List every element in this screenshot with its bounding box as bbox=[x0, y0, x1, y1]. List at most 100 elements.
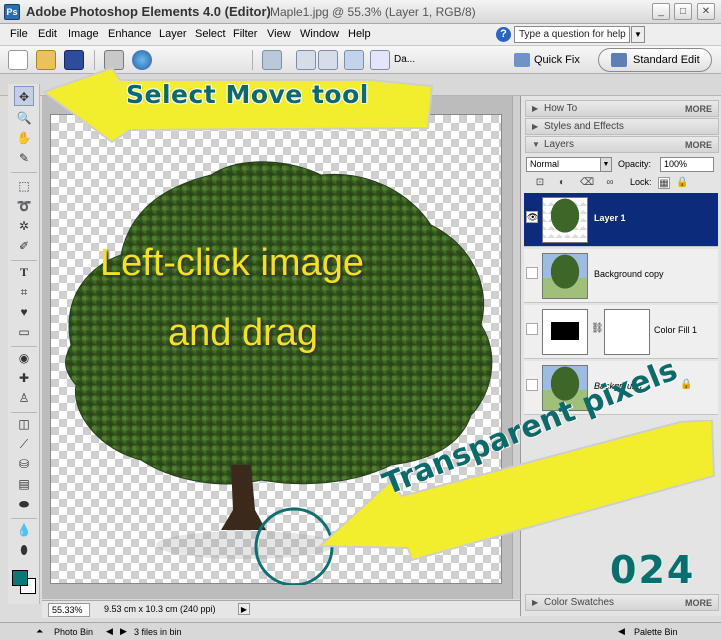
straighten-tool-icon[interactable]: ▭ bbox=[14, 322, 34, 342]
close-button[interactable]: ✕ bbox=[697, 3, 715, 20]
selection-brush-tool-icon[interactable]: ✐ bbox=[14, 236, 34, 256]
layers-palette-header[interactable]: ▼ Layers MORE bbox=[525, 136, 719, 153]
menu-enhance[interactable]: Enhance bbox=[108, 28, 151, 40]
chevron-down-icon[interactable]: ▼ bbox=[631, 26, 645, 43]
palette-bin-icon[interactable]: ◀ bbox=[618, 626, 625, 637]
more-button[interactable]: MORE bbox=[685, 104, 712, 114]
new-layer-icon[interactable]: ⊡ bbox=[534, 177, 546, 189]
menu-layer[interactable]: Layer bbox=[159, 28, 187, 40]
sponge-tool-icon[interactable]: ⬮ bbox=[14, 540, 34, 560]
marquee-tool-icon[interactable]: ⬚ bbox=[14, 176, 34, 196]
layer-row-color-fill-1[interactable]: ⛓ Color Fill 1 bbox=[524, 305, 718, 359]
menu-file[interactable]: File bbox=[10, 28, 28, 40]
menu-image[interactable]: Image bbox=[68, 28, 99, 40]
document-size-info: 9.53 cm x 10.3 cm (240 ppi) bbox=[104, 604, 216, 614]
next-icon[interactable]: ▶ bbox=[120, 626, 127, 637]
layer-mask-thumbnail bbox=[604, 309, 650, 355]
menu-window[interactable]: Window bbox=[300, 28, 339, 40]
hand-tool-icon[interactable]: ✋ bbox=[14, 128, 34, 148]
shape-tool-icon[interactable]: ⬬ bbox=[14, 494, 34, 514]
chevron-down-icon[interactable]: ▼ bbox=[600, 157, 612, 172]
adjustment-layer-icon[interactable]: ◐ bbox=[556, 177, 568, 189]
quick-fix-label: Quick Fix bbox=[534, 54, 580, 66]
date-view-label[interactable]: Da... bbox=[394, 54, 415, 65]
quick-fix-button[interactable]: Quick Fix bbox=[510, 49, 590, 71]
menu-select[interactable]: Select bbox=[195, 28, 226, 40]
type-tool-icon[interactable]: T bbox=[14, 262, 34, 282]
visibility-toggle[interactable] bbox=[526, 379, 538, 391]
eject-icon[interactable]: ⏶ bbox=[36, 626, 43, 637]
color-swatches-palette-header[interactable]: ▶ Color Swatches MORE bbox=[525, 594, 719, 611]
menu-edit[interactable]: Edit bbox=[38, 28, 57, 40]
expand-arrow-icon: ▶ bbox=[532, 122, 539, 131]
layer-row-background-copy[interactable]: Background copy bbox=[524, 249, 718, 303]
photoshop-elements-window: Ps Adobe Photoshop Elements 4.0 (Editor)… bbox=[0, 0, 721, 640]
layer-lock-bar: ⊡ ◐ ⌫ ∞ Lock: ▦ 🔒 bbox=[524, 175, 716, 191]
chevron-right-icon[interactable]: ▶ bbox=[238, 603, 250, 615]
help-search-input[interactable]: Type a question for help bbox=[514, 26, 630, 43]
layer-row-layer-1[interactable]: 👁 Layer 1 bbox=[524, 193, 718, 247]
cookie-cutter-tool-icon[interactable]: ♥ bbox=[14, 302, 34, 322]
healing-brush-tool-icon[interactable]: ✚ bbox=[14, 368, 34, 388]
maximize-button[interactable]: □ bbox=[674, 3, 692, 20]
move-tool-callout-text: Select Move tool bbox=[126, 80, 369, 109]
toolbox-divider bbox=[11, 412, 37, 413]
eye-icon[interactable]: 👁 bbox=[526, 211, 538, 223]
visibility-toggle[interactable] bbox=[526, 323, 538, 335]
layer-thumbnail bbox=[542, 253, 588, 299]
link-layer-icon[interactable]: ∞ bbox=[604, 177, 616, 189]
foreground-color-swatch[interactable] bbox=[12, 570, 28, 586]
menu-help[interactable]: Help bbox=[348, 28, 371, 40]
episode-number: 024 bbox=[610, 548, 696, 592]
gradient-tool-icon[interactable]: ▤ bbox=[14, 474, 34, 494]
expand-arrow-icon: ▶ bbox=[532, 598, 539, 607]
menu-view[interactable]: View bbox=[267, 28, 291, 40]
status-bar: 55.33% 9.53 cm x 10.3 cm (240 ppi) ▶ bbox=[42, 600, 520, 618]
quick-fix-icon bbox=[514, 53, 530, 67]
previous-icon[interactable]: ◀ bbox=[106, 626, 113, 637]
layer-name: Layer 1 bbox=[594, 213, 626, 223]
app-title: Adobe Photoshop Elements 4.0 (Editor) bbox=[26, 4, 271, 19]
more-button[interactable]: MORE bbox=[685, 598, 712, 608]
how-to-label: How To bbox=[544, 103, 578, 114]
palette-bin-label[interactable]: Palette Bin bbox=[634, 627, 678, 637]
eraser-tool-icon[interactable]: ◫ bbox=[14, 414, 34, 434]
visibility-toggle[interactable] bbox=[526, 267, 538, 279]
brush-tool-icon[interactable]: ⟋ bbox=[14, 434, 34, 454]
menu-filter[interactable]: Filter bbox=[233, 28, 257, 40]
opacity-input[interactable]: 100% bbox=[660, 157, 714, 172]
toolbox: ✥ 🔍 ✋ ✎ ⬚ ➰ ✲ ✐ T ⌗ ♥ ▭ ◉ ✚ ♙ ◫ ⟋ ⛁ ▤ ⬬ … bbox=[8, 84, 40, 604]
fill-layer-thumbnail bbox=[542, 309, 588, 355]
blur-tool-icon[interactable]: 💧 bbox=[14, 520, 34, 540]
paint-bucket-tool-icon[interactable]: ⛁ bbox=[14, 454, 34, 474]
move-tool-icon[interactable]: ✥ bbox=[14, 86, 34, 106]
layer-name: Background copy bbox=[594, 269, 664, 279]
document-title: Maple1.jpg @ 55.3% (Layer 1, RGB/8) bbox=[270, 5, 476, 19]
standard-edit-button[interactable]: Standard Edit bbox=[598, 48, 712, 72]
crop-tool-icon[interactable]: ⌗ bbox=[14, 282, 34, 302]
help-icon[interactable]: ? bbox=[496, 27, 511, 42]
drag-instruction-line-1: Left-click image bbox=[100, 242, 364, 284]
zoom-tool-icon[interactable]: 🔍 bbox=[14, 108, 34, 128]
styles-effects-label: Styles and Effects bbox=[544, 121, 624, 132]
delete-layer-icon[interactable]: ⌫ bbox=[580, 177, 594, 189]
magic-wand-tool-icon[interactable]: ✲ bbox=[14, 216, 34, 236]
red-eye-tool-icon[interactable]: ◉ bbox=[14, 348, 34, 368]
lock-transparency-icon[interactable]: ▦ bbox=[658, 177, 670, 189]
new-file-icon[interactable] bbox=[8, 50, 28, 70]
zoom-field[interactable]: 55.33% bbox=[48, 603, 90, 617]
more-button[interactable]: MORE bbox=[685, 140, 712, 150]
eyedropper-tool-icon[interactable]: ✎ bbox=[14, 148, 34, 168]
drag-instruction-line-2: and drag bbox=[168, 312, 319, 354]
collapse-arrow-icon: ▼ bbox=[532, 140, 540, 149]
opacity-label: Opacity: bbox=[618, 159, 652, 169]
how-to-palette-header[interactable]: ▶ How To MORE bbox=[525, 100, 719, 117]
styles-effects-palette-header[interactable]: ▶ Styles and Effects bbox=[525, 118, 719, 135]
lock-all-icon[interactable]: 🔒 bbox=[676, 177, 688, 189]
photo-bin-label[interactable]: Photo Bin bbox=[54, 627, 93, 637]
lasso-tool-icon[interactable]: ➰ bbox=[14, 196, 34, 216]
minimize-button[interactable]: _ bbox=[652, 3, 670, 20]
layers-label: Layers bbox=[544, 139, 575, 150]
expand-arrow-icon: ▶ bbox=[532, 104, 539, 113]
clone-stamp-tool-icon[interactable]: ♙ bbox=[14, 388, 34, 408]
